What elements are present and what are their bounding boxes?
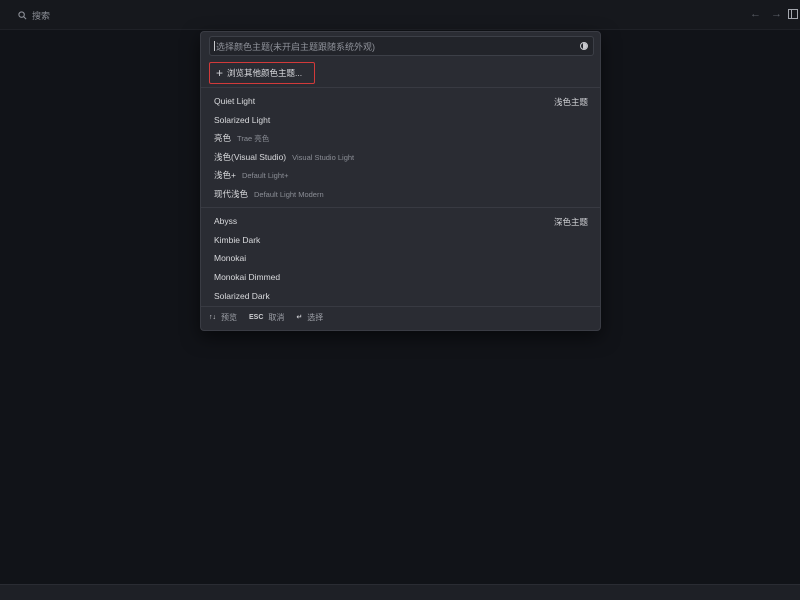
- search-icon: [18, 11, 27, 20]
- color-theme-picker: 选择颜色主题(未开启主题跟随系统外观) + 浏览其他颜色主题... Quiet …: [200, 31, 601, 331]
- keyboard-hints: ↑↓ 预览 ESC 取消 ↵ 选择: [209, 310, 335, 324]
- preview-hint-label: 预览: [221, 312, 237, 322]
- divider: [201, 87, 600, 88]
- back-arrow-icon[interactable]: ←: [750, 8, 761, 20]
- theme-item-label: Monokai: [214, 253, 247, 263]
- status-bar: [0, 584, 800, 600]
- theme-item-label: 浅色(Visual Studio): [214, 152, 287, 162]
- theme-item-label: 亮色: [214, 133, 232, 143]
- text-caret: [214, 41, 215, 51]
- plus-icon: +: [216, 66, 224, 80]
- theme-item-description: Visual Studio Light: [292, 152, 355, 162]
- title-bar: 搜索 ← →: [0, 0, 800, 30]
- theme-item-label: Quiet Light: [214, 96, 256, 106]
- theme-item-label: Kimbie Dark: [214, 235, 261, 245]
- theme-item-description: Trae 亮色: [237, 133, 270, 143]
- contrast-toggle-icon[interactable]: [580, 42, 588, 50]
- theme-item-monokai[interactable]: Monokai: [214, 249, 590, 267]
- theme-item-label: Solarized Dark: [214, 291, 270, 301]
- theme-item-description: Default Light Modern: [254, 189, 324, 199]
- global-search[interactable]: 搜索: [18, 9, 50, 22]
- browse-themes-button[interactable]: + 浏览其他颜色主题...: [209, 62, 315, 84]
- arrow-keys-hint: ↑↓: [209, 313, 216, 321]
- theme-item-label: 现代浅色: [214, 189, 249, 199]
- enter-key-icon: ↵: [296, 314, 303, 321]
- search-label: 搜索: [32, 11, 51, 21]
- browse-themes-label: 浏览其他颜色主题...: [227, 68, 303, 78]
- divider: [201, 306, 600, 307]
- theme-item-light-modern[interactable]: 现代浅色 Default Light Modern: [214, 185, 590, 203]
- cancel-hint-label: 取消: [268, 312, 285, 322]
- theme-item-label: Monokai Dimmed: [214, 272, 281, 282]
- theme-item-description: Default Light+: [241, 170, 289, 180]
- theme-search-placeholder: 选择颜色主题(未开启主题跟随系统外观): [216, 41, 375, 52]
- theme-item-kimbie-dark[interactable]: Kimbie Dark: [214, 231, 590, 249]
- light-theme-group-label: 浅色主题: [553, 97, 588, 107]
- theme-item-label: 浅色+: [214, 170, 236, 180]
- theme-item-label: Abyss: [214, 216, 238, 226]
- theme-item-abyss[interactable]: Abyss: [214, 212, 590, 230]
- layout-panel-icon[interactable]: [788, 9, 798, 19]
- divider: [201, 207, 600, 208]
- theme-item-solarized-dark[interactable]: Solarized Dark: [214, 287, 590, 305]
- theme-item-light-plus[interactable]: 浅色+ Default Light+: [214, 166, 590, 184]
- theme-item-quiet-light[interactable]: Quiet Light: [214, 92, 590, 110]
- theme-item-visual-studio-light[interactable]: 浅色(Visual Studio) Visual Studio Light: [214, 148, 590, 166]
- forward-arrow-icon[interactable]: →: [771, 8, 782, 20]
- theme-item-label: Solarized Light: [214, 115, 271, 125]
- theme-item-monokai-dimmed[interactable]: Monokai Dimmed: [214, 268, 590, 286]
- theme-item-solarized-light[interactable]: Solarized Light: [214, 111, 590, 129]
- select-hint-label: 选择: [307, 312, 324, 322]
- theme-item-trae-light[interactable]: 亮色 Trae 亮色: [214, 129, 590, 147]
- esc-key-hint: ESC: [249, 313, 264, 321]
- theme-search-input[interactable]: 选择颜色主题(未开启主题跟随系统外观): [209, 36, 594, 56]
- dark-theme-group-label: 深色主题: [553, 217, 588, 227]
